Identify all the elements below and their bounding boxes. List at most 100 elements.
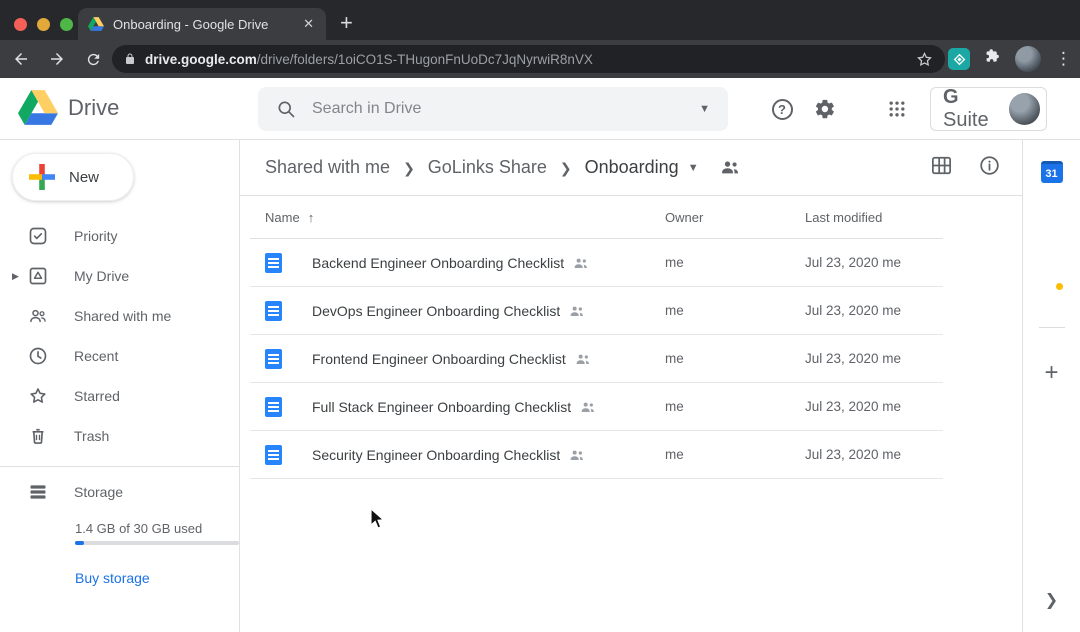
table-row[interactable]: Frontend Engineer Onboarding Checklist m… [250,335,943,383]
column-header-modified[interactable]: Last modified [805,210,943,225]
expand-caret-icon[interactable]: ▶ [12,271,19,282]
file-name: DevOps Engineer Onboarding Checklist [312,303,560,319]
extension-icon[interactable] [948,48,970,70]
collapse-panel-chevron-icon[interactable]: ❯ [1045,590,1058,610]
url-text: drive.google.com/drive/folders/1oiCO1S-T… [145,52,907,67]
file-name: Backend Engineer Onboarding Checklist [312,255,564,271]
sidebar-item-trash[interactable]: Trash [0,416,239,456]
address-bar[interactable]: drive.google.com/drive/folders/1oiCO1S-T… [112,45,945,73]
sidebar-item-shared-with-me[interactable]: Shared with me [0,296,239,336]
browser-menu-icon[interactable]: ⋮ [1055,49,1072,69]
breadcrumb-onboarding[interactable]: Onboarding [585,157,679,178]
view-actions [931,140,1000,196]
close-window-button[interactable] [14,18,27,31]
drive-logo-icon [18,90,58,125]
file-modified: Jul 23, 2020 me [805,447,943,462]
drive-header: Drive ▼ ? G Suite [0,78,1080,140]
search-icon [276,99,296,119]
grid-view-icon [931,156,952,175]
url-host: drive.google.com [145,52,257,67]
browser-window: Onboarding - Google Drive ✕ + drive.goog… [0,0,1080,632]
forward-button[interactable] [42,44,72,74]
table-row[interactable]: DevOps Engineer Onboarding Checklist me … [250,287,943,335]
file-owner: me [665,447,805,462]
bookmark-star-icon[interactable] [916,51,933,68]
info-icon [979,155,1000,176]
shared-file-icon [569,305,585,317]
sidebar-item-priority[interactable]: Priority [0,216,239,256]
main-content: Shared with me ❯ GoLinks Share ❯ Onboard… [240,140,1022,632]
sidebar-item-recent[interactable]: Recent [0,336,239,376]
sort-ascending-icon[interactable]: ↑ [308,210,315,225]
sidebar-item-label: Trash [74,428,109,444]
gsuite-account-box[interactable]: G Suite [930,87,1047,131]
sidebar-item-label: Shared with me [74,308,171,324]
apps-grid-button[interactable] [884,78,910,140]
storage-label: Storage [74,484,123,500]
folder-menu-caret-icon[interactable]: ▼ [688,162,699,174]
file-table: Name ↑ Owner Last modified Backend Engin… [250,196,943,479]
lock-icon [124,52,136,66]
drive-app-name: Drive [68,95,119,121]
new-tab-button[interactable]: + [340,10,353,36]
add-addon-button[interactable]: + [1044,359,1058,387]
breadcrumb-shared-with-me[interactable]: Shared with me [265,157,390,178]
details-button[interactable] [979,155,1000,181]
search-bar[interactable]: ▼ [258,87,728,131]
table-row[interactable]: Full Stack Engineer Onboarding Checklist… [250,383,943,431]
table-row[interactable]: Security Engineer Onboarding Checklist m… [250,431,943,479]
gsuite-label: G Suite [943,86,1009,132]
buy-storage-link[interactable]: Buy storage [75,570,150,586]
tab-close-icon[interactable]: ✕ [301,16,316,32]
rail-divider [1039,327,1065,328]
table-header: Name ↑ Owner Last modified [250,196,943,239]
sidebar-item-storage[interactable]: Storage [0,472,239,512]
file-modified: Jul 23, 2020 me [805,303,943,318]
grid-view-button[interactable] [931,156,952,180]
mouse-cursor [370,508,386,530]
priority-icon [28,226,48,246]
breadcrumb: Shared with me ❯ GoLinks Share ❯ Onboard… [240,140,1022,196]
google-docs-icon [265,445,282,465]
folder-shared-icon [720,159,740,180]
sidebar-item-my-drive[interactable]: ▶ My Drive [0,256,239,296]
sidebar-nav: Priority ▶ My Drive [0,216,239,456]
file-modified: Jul 23, 2020 me [805,399,943,414]
search-options-caret-icon[interactable]: ▼ [699,103,710,115]
table-row[interactable]: Backend Engineer Onboarding Checklist me… [250,239,943,287]
window-controls [14,18,73,31]
star-icon [28,386,48,406]
calendar-icon[interactable]: 31 [1041,161,1063,183]
trash-icon [28,426,48,446]
reload-button[interactable] [78,44,108,74]
browser-tab[interactable]: Onboarding - Google Drive ✕ [78,8,326,40]
column-header-name[interactable]: Name ↑ [265,210,665,225]
chevron-right-icon: ❯ [403,160,415,177]
zoom-window-button[interactable] [60,18,73,31]
storage-progress-fill [75,541,84,545]
new-button[interactable]: New [12,153,134,201]
browser-profile-avatar[interactable] [1015,46,1041,72]
sidebar: New Priority ▶ My Drive [0,140,240,632]
side-panel-rail: 31 + ❯ [1022,140,1080,632]
tab-title: Onboarding - Google Drive [113,17,292,32]
shared-people-icon [28,306,48,326]
help-button[interactable]: ? [770,78,794,140]
back-button[interactable] [6,44,36,74]
sidebar-item-label: Recent [74,348,118,364]
minimize-window-button[interactable] [37,18,50,31]
search-input[interactable] [312,100,683,118]
file-name: Full Stack Engineer Onboarding Checklist [312,399,571,415]
breadcrumb-golinks-share[interactable]: GoLinks Share [428,157,547,178]
shared-file-icon [575,353,591,365]
account-avatar[interactable] [1009,93,1040,125]
shared-file-icon [580,401,596,413]
extensions-puzzle-icon[interactable] [984,48,1001,70]
file-name: Security Engineer Onboarding Checklist [312,447,560,463]
sidebar-item-starred[interactable]: Starred [0,376,239,416]
settings-button[interactable] [812,78,838,140]
column-header-owner[interactable]: Owner [665,210,805,225]
browser-toolbar: drive.google.com/drive/folders/1oiCO1S-T… [0,40,1080,78]
drive-brand[interactable]: Drive [18,90,119,125]
google-docs-icon [265,253,282,273]
